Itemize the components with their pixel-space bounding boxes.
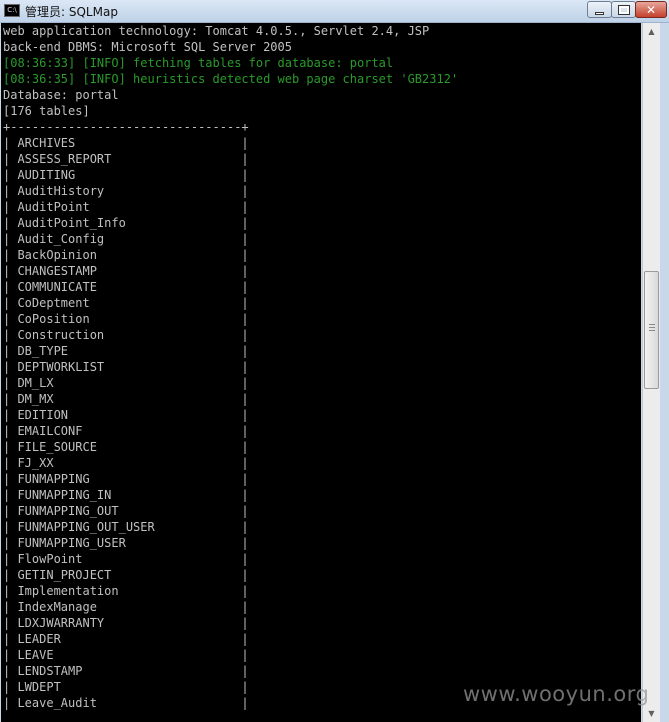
console-app-icon[interactable]: C:\ bbox=[4, 4, 20, 17]
close-icon: ✕ bbox=[645, 2, 657, 17]
console-line: | DEPTWORKLIST | bbox=[3, 360, 249, 374]
console-line: | CoDeptment | bbox=[3, 296, 249, 310]
console-line: | LEAVE | bbox=[3, 648, 249, 662]
console-line: | AuditPoint_Info | bbox=[3, 216, 249, 230]
console-line: | DM_MX | bbox=[3, 392, 249, 406]
console-line: | Implementation | bbox=[3, 584, 249, 598]
console-line: [176 tables] bbox=[3, 104, 90, 118]
close-button[interactable]: ✕ bbox=[635, 1, 667, 18]
console-line: | LEADER | bbox=[3, 632, 249, 646]
console-line: | Construction | bbox=[3, 328, 249, 342]
console-line: | LENDSTAMP | bbox=[3, 664, 249, 678]
grip-line bbox=[649, 324, 655, 325]
console-line: | DM_LX | bbox=[3, 376, 249, 390]
watermark: www.wooyun.org bbox=[463, 682, 650, 706]
console-line: | FJ_XX | bbox=[3, 456, 249, 470]
console-line: | FUNMAPPING_OUT | bbox=[3, 504, 249, 518]
window-title: 管理员: SQLMap bbox=[25, 5, 118, 19]
window-frame-right bbox=[660, 23, 669, 722]
console-line: Database: portal bbox=[3, 88, 119, 102]
grip-line bbox=[649, 327, 655, 328]
console-line: | CoPosition | bbox=[3, 312, 249, 326]
console-line: | FILE_SOURCE | bbox=[3, 440, 249, 454]
console-line: +--------------------------------+ bbox=[3, 120, 249, 134]
console-line: | AuditHistory | bbox=[3, 184, 249, 198]
vertical-scrollbar[interactable]: ▲ ▼ bbox=[642, 23, 660, 722]
maximize-icon bbox=[617, 4, 630, 15]
console-line: | ASSESS_REPORT | bbox=[3, 152, 249, 166]
console-line: | FUNMAPPING_IN | bbox=[3, 488, 249, 502]
console-window: C:\ 管理员: SQLMap ✕ web application techno… bbox=[0, 0, 669, 722]
console-line: | AuditPoint | bbox=[3, 200, 249, 214]
console-output[interactable]: web application technology: Tomcat 4.0.5… bbox=[1, 23, 641, 722]
title-bar[interactable]: C:\ 管理员: SQLMap ✕ bbox=[0, 0, 669, 23]
console-line: | FUNMAPPING_USER | bbox=[3, 536, 249, 550]
minimize-icon bbox=[595, 11, 604, 15]
console-line: [08:36:35] [INFO] heuristics detected we… bbox=[3, 72, 459, 86]
console-line: | EDITION | bbox=[3, 408, 249, 422]
console-line: | FUNMAPPING_OUT_USER | bbox=[3, 520, 249, 534]
scroll-down-arrow-icon[interactable]: ▼ bbox=[643, 705, 660, 722]
console-line: | LDXJWARRANTY | bbox=[3, 616, 249, 630]
console-line: | EMAILCONF | bbox=[3, 424, 249, 438]
minimize-button[interactable] bbox=[587, 1, 612, 18]
scroll-up-arrow-icon[interactable]: ▲ bbox=[643, 23, 660, 40]
console-line: | Audit_Config | bbox=[3, 232, 249, 246]
console-line: | BackOpinion | bbox=[3, 248, 249, 262]
console-line: back-end DBMS: Microsoft SQL Server 2005 bbox=[3, 40, 292, 54]
scroll-thumb[interactable] bbox=[644, 271, 659, 389]
console-line: | GETIN_PROJECT | bbox=[3, 568, 249, 582]
console-line: web application technology: Tomcat 4.0.5… bbox=[3, 24, 430, 38]
console-line: | COMMUNICATE | bbox=[3, 280, 249, 294]
grip-line bbox=[649, 330, 655, 331]
console-line: | ARCHIVES | bbox=[3, 136, 249, 150]
console-line: [08:36:33] [INFO] fetching tables for da… bbox=[3, 56, 394, 70]
console-line: | CHANGESTAMP | bbox=[3, 264, 249, 278]
maximize-button[interactable] bbox=[611, 1, 636, 18]
console-line: | DB_TYPE | bbox=[3, 344, 249, 358]
console-line: | FlowPoint | bbox=[3, 552, 249, 566]
console-line: | AUDITING | bbox=[3, 168, 249, 182]
console-line: | IndexManage | bbox=[3, 600, 249, 614]
console-line: | FUNMAPPING | bbox=[3, 472, 249, 486]
